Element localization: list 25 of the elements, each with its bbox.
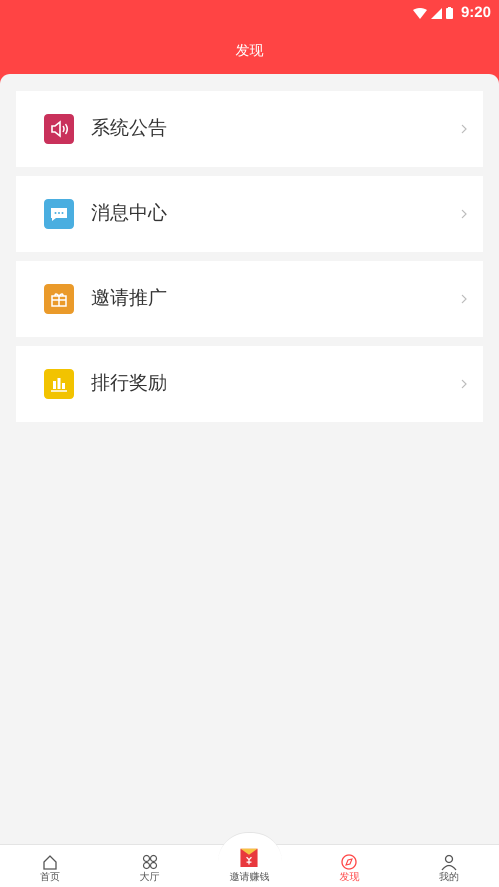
chevron-icon [461,294,467,304]
tab[interactable]: 邀请赚钱 [200,845,300,887]
menu-item[interactable]: 排行奖励 [16,346,483,422]
person-icon [440,852,458,870]
menu-item[interactable]: 消息中心 [16,176,483,252]
chevron-icon [461,209,467,219]
chevron-icon [461,379,467,389]
wifi-icon [412,8,427,18]
menu-label: 排行奖励 [91,372,168,396]
chevron-icon [461,124,467,134]
battery-icon [446,7,453,19]
compass-icon [340,852,358,870]
signal-icon [430,8,442,18]
home-icon [40,852,59,870]
menu-label: 消息中心 [91,202,168,226]
menu-item[interactable]: 系统公告 [16,91,483,167]
menu-label: 系统公告 [91,116,168,141]
tab[interactable]: 大厅 [100,845,200,887]
menu-label: 邀请推广 [91,286,168,311]
page-title: 发现 [236,40,264,60]
menu-item[interactable]: 邀请推广 [16,261,483,337]
tab[interactable]: 首页 [0,845,100,887]
status-time: 9:20 [460,2,491,23]
grid-icon [140,852,159,870]
tab[interactable]: 我的 [399,845,499,887]
